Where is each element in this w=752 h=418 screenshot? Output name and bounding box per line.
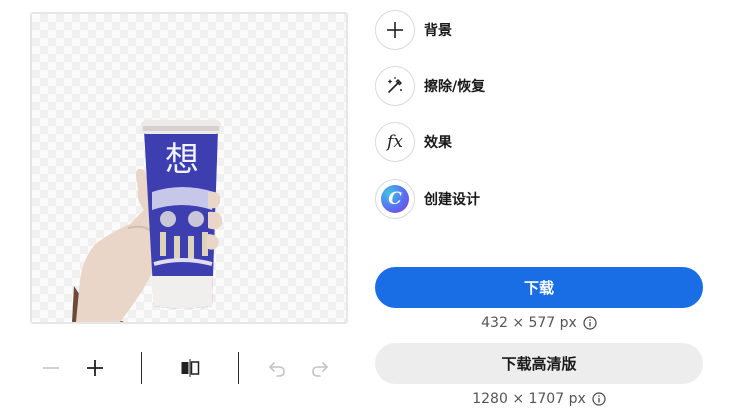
fx-icon: fx — [375, 122, 415, 162]
image-preview: 想 — [30, 12, 348, 324]
background-action[interactable]: 背景 — [375, 8, 452, 52]
canva-logo-icon: C — [375, 179, 415, 219]
download-hd-button[interactable]: 下载高清版 — [375, 343, 703, 384]
zoom-in-icon[interactable] — [80, 354, 110, 382]
fx-glyph: fx — [387, 132, 403, 152]
undo-icon[interactable] — [262, 354, 292, 382]
canva-logo-glyph: C — [388, 189, 402, 209]
zoom-out-icon[interactable] — [36, 354, 66, 382]
erase-restore-label: 擦除/恢复 — [424, 79, 486, 95]
create-design-label: 创建设计 — [424, 192, 480, 208]
plus-icon — [375, 10, 415, 50]
redo-icon[interactable] — [305, 354, 335, 382]
cutout-photo: 想 — [72, 120, 223, 322]
info-icon[interactable] — [583, 316, 597, 330]
erase-restore-action[interactable]: 擦除/恢复 — [375, 64, 485, 108]
info-icon[interactable] — [592, 392, 606, 406]
download-hd-dimensions-text: 1280 × 1707 px — [472, 391, 586, 407]
toolbar-divider — [141, 352, 142, 384]
effects-action[interactable]: fx 效果 — [375, 120, 452, 164]
download-hd-dimensions: 1280 × 1707 px — [375, 391, 703, 407]
cup-character: 想 — [165, 140, 199, 180]
preview-toolbar — [30, 346, 348, 390]
download-button[interactable]: 下载 — [375, 267, 703, 308]
magic-brush-icon — [375, 66, 415, 106]
download-dimensions: 432 × 577 px — [375, 315, 703, 331]
background-label: 背景 — [424, 23, 452, 39]
effects-label: 效果 — [424, 135, 452, 151]
create-design-action[interactable]: C 创建设计 — [375, 177, 480, 221]
flip-horizontal-icon[interactable] — [175, 354, 205, 382]
download-dimensions-text: 432 × 577 px — [481, 315, 577, 331]
toolbar-divider — [238, 352, 239, 384]
